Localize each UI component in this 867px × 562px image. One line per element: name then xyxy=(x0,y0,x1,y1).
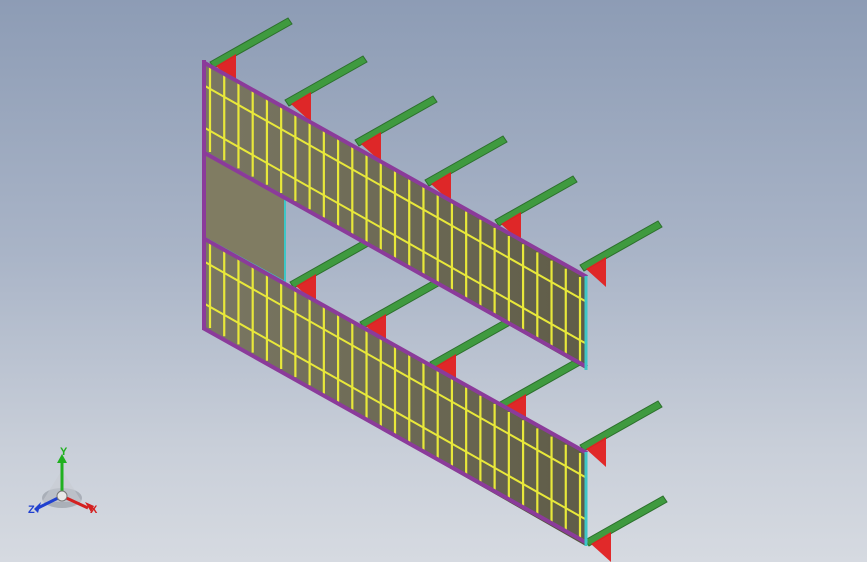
cantilever-arm xyxy=(359,277,443,329)
cad-viewport[interactable]: Y X Z xyxy=(0,0,867,562)
cantilever-arm xyxy=(284,55,368,107)
cantilever-arm xyxy=(429,317,513,369)
cantilever-arm xyxy=(289,237,373,289)
triad-graphic xyxy=(34,454,94,513)
x-axis-label: X xyxy=(90,504,98,516)
cantilever-arm xyxy=(499,357,583,409)
orientation-triad[interactable]: Y X Z xyxy=(22,446,112,526)
cantilever-arm xyxy=(209,17,293,69)
cantilever-arm xyxy=(579,400,663,452)
cantilever-arm xyxy=(584,495,668,547)
z-axis-label: Z xyxy=(28,504,35,516)
cantilever-arm xyxy=(579,220,663,272)
cantilever-arm xyxy=(494,175,578,227)
cantilever-arm xyxy=(354,95,438,147)
y-axis-label: Y xyxy=(60,446,68,458)
formwork-model[interactable] xyxy=(0,0,867,562)
cantilever-arm xyxy=(424,135,508,187)
